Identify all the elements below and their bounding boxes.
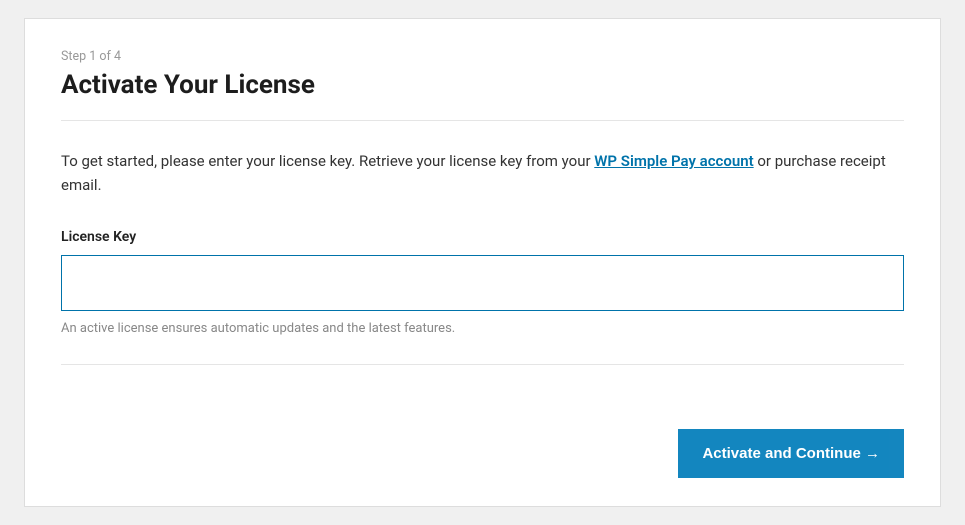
step-indicator: Step 1 of 4 bbox=[61, 49, 904, 64]
license-key-label: License Key bbox=[61, 229, 904, 245]
license-key-helper: An active license ensures automatic upda… bbox=[61, 321, 904, 336]
divider bbox=[61, 364, 904, 365]
footer: Activate and Continue → bbox=[61, 409, 904, 478]
activate-continue-button[interactable]: Activate and Continue → bbox=[678, 429, 904, 478]
account-link[interactable]: WP Simple Pay account bbox=[594, 152, 753, 170]
intro-text: To get started, please enter your licens… bbox=[61, 149, 904, 197]
license-activation-card: Step 1 of 4 Activate Your License To get… bbox=[24, 18, 941, 507]
divider bbox=[61, 120, 904, 121]
license-key-input[interactable] bbox=[61, 255, 904, 311]
intro-text-before: To get started, please enter your licens… bbox=[61, 152, 594, 170]
page-title: Activate Your License bbox=[61, 70, 904, 100]
